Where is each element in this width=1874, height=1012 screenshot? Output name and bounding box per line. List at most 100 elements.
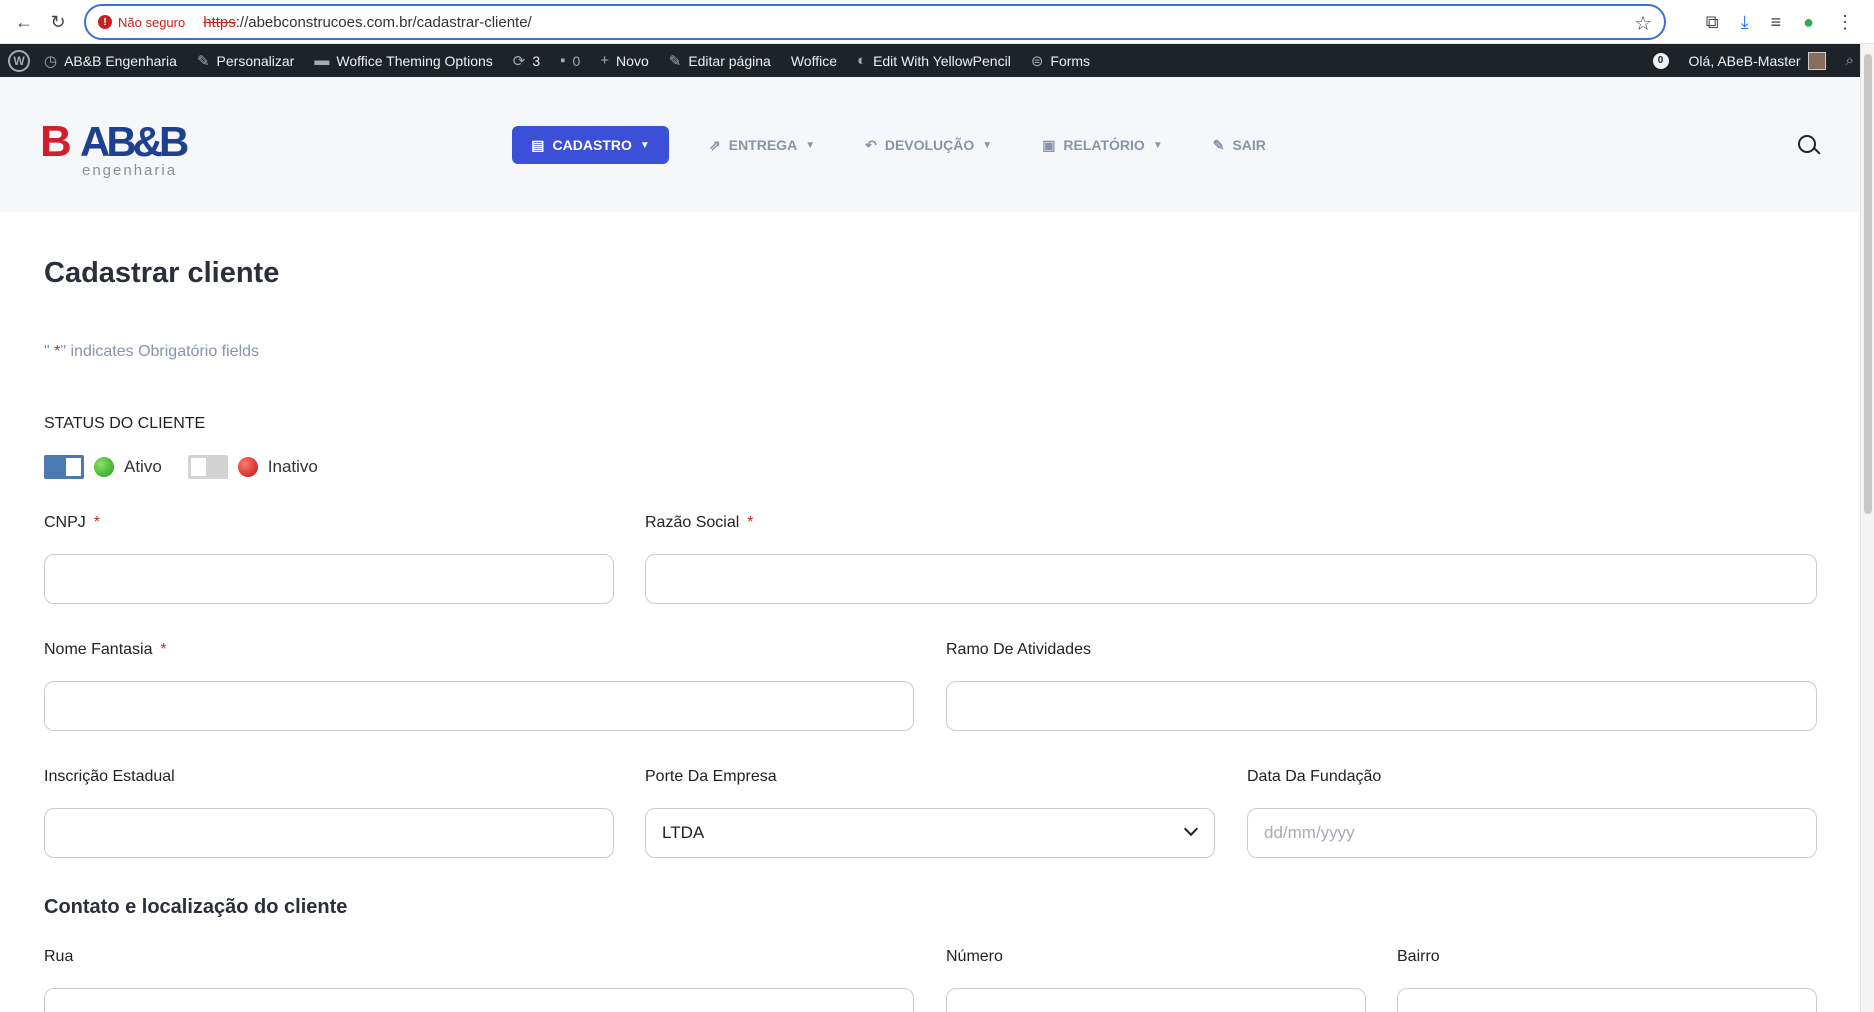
brush-icon: ✎ [196,52,210,70]
chevron-down-icon: ▼ [1152,139,1163,151]
pencil-icon: ✎ [668,52,682,70]
status-inactive-toggle[interactable] [187,455,228,479]
extensions-icon[interactable]: ⧉ [1706,12,1719,33]
status-active-option: Ativo [44,455,162,479]
ramo-atividades-label-text: Ramo De Atividades [946,641,1091,658]
menu-entrega-label: ENTREGA [728,137,798,153]
menu-relatorio-label: RELATÓRIO [1063,137,1145,153]
adminbar-theme-options-label: Woffice Theming Options [336,52,493,69]
adminbar-new-label: Novo [616,52,649,69]
adminbar-site[interactable]: ◷ AB&B Engenharia [34,44,187,77]
porte-empresa-label-text: Porte Da Empresa [645,768,777,785]
status-inactive-label: Inativo [267,457,318,476]
porte-empresa-value: LTDA [662,823,705,842]
site-logo[interactable]: B AB&B engenharia [40,117,190,179]
bookmark-star-icon[interactable]: ☆ [1634,11,1652,36]
menu-sair-label: SAIR [1232,137,1266,153]
adminbar-edit-page[interactable]: ✎ Editar página [659,44,781,77]
numero-field[interactable] [946,988,1366,1012]
browser-actions: ⧉ ⤓ ≡ ● ⋮ [1706,0,1874,44]
menu-relatorio[interactable]: ▣ RELATÓRIO ▼ [1032,126,1173,164]
contact-section-title: Contato e localização do cliente [44,896,348,918]
reload-icon[interactable]: ↻ [44,8,72,36]
reply-all-icon: ↶ [865,136,877,153]
red-light-icon [237,457,258,477]
required-note-pre: " [44,343,55,360]
adminbar-customize-label: Personalizar [216,52,295,69]
url-text: https://abebconstrucoes.com.br/cadastrar… [203,14,532,31]
menu-devolucao-label: DEVOLUÇÃO [884,137,975,153]
inscricao-estadual-label-text: Inscrição Estadual [44,768,175,785]
menu-cadastro[interactable]: ▤ CADASTRO ▼ [512,126,669,164]
adminbar-greeting: Olá, ABeB-Master [1688,52,1801,69]
scrollbar-thumb[interactable] [1864,54,1872,514]
not-secure-badge[interactable]: ! Não seguro [98,15,185,30]
share-icon: ⇗ [709,136,721,153]
edit-icon: ✎ [1212,136,1225,153]
adminbar-notifications[interactable]: 0 [1643,44,1679,77]
plus-icon: + [600,52,610,69]
search-handle [1813,147,1821,155]
adminbar-forms[interactable]: ⊜ Forms [1021,44,1100,77]
chevron-down-icon: ▼ [639,139,650,151]
ramo-atividades-field[interactable] [946,681,1817,731]
adminbar-woffice-label: Woffice [790,52,837,69]
adminbar-yellowpencil-label: Edit With YellowPencil [873,52,1011,69]
porte-empresa-label: Porte Da Empresa [645,768,777,786]
menu-sair[interactable]: ✎ SAIR [1203,126,1276,164]
data-fundacao-field[interactable]: dd/mm/yyyy [1247,808,1817,858]
adminbar-theme-options[interactable]: ▬ Woffice Theming Options [304,44,502,77]
adminbar-customize[interactable]: ✎ Personalizar [187,44,304,77]
required-star: * [747,514,754,531]
clipboard-icon: ▤ [531,136,545,153]
media-control-icon[interactable]: ≡ [1771,12,1782,33]
porte-empresa-select[interactable]: LTDA [645,808,1215,858]
avatar [1807,51,1826,70]
menu-devolucao[interactable]: ↶ DEVOLUÇÃO ▼ [855,126,1002,164]
adminbar-new[interactable]: + Novo [590,44,658,77]
required-note-post: " indicates Obrigatório fields [60,343,260,360]
data-fundacao-placeholder: dd/mm/yyyy [1264,823,1355,842]
status-inactive-option: Inativo [187,455,318,479]
menu-cadastro-label: CADASTRO [552,137,632,153]
rua-field[interactable] [44,988,914,1012]
chevron-down-icon [1183,821,1199,837]
updates-count: 3 [532,52,541,69]
required-note: " *" indicates Obrigatório fields [44,343,259,361]
header-search-icon[interactable] [1798,135,1821,157]
dashboard-icon: ◷ [44,52,58,70]
inscricao-estadual-label: Inscrição Estadual [44,768,175,786]
status-label: STATUS DO CLIENTE [44,415,206,432]
cnpj-field[interactable] [44,554,614,604]
url-protocol: https [203,13,236,31]
bairro-field[interactable] [1397,988,1817,1012]
wordpress-logo-icon[interactable]: W [8,49,30,72]
chevron-down-icon: ▼ [982,139,993,151]
main-menu: ▤ CADASTRO ▼ ⇗ ENTREGA ▼ ↶ DEVOLUÇÃO ▼ ▣… [512,126,1276,164]
download-icon[interactable]: ⤓ [1741,12,1749,33]
adminbar-account[interactable]: Olá, ABeB-Master [1679,44,1836,77]
data-fundacao-label-text: Data Da Fundação [1247,768,1382,785]
forms-icon: ⊜ [1030,52,1044,70]
adminbar-updates[interactable]: ⟳ 3 [503,44,550,77]
kebab-menu-icon[interactable]: ⋮ [1836,12,1854,33]
status-active-label: Ativo [124,457,162,476]
status-active-toggle[interactable] [44,455,84,479]
inscricao-estadual-field[interactable] [44,808,614,858]
nome-fantasia-field[interactable] [44,681,914,731]
page-scrollbar[interactable] [1860,44,1874,1012]
adminbar-comments[interactable]: ▪ 0 [550,44,590,77]
adminbar-right: 0 Olá, ABeB-Master ⌕ [1643,44,1874,77]
chevron-down-icon: ▼ [805,139,816,151]
adminbar-yellowpencil[interactable]: ◐ Edit With YellowPencil [847,44,1021,77]
address-bar[interactable]: ! Não seguro https://abebconstrucoes.com… [84,4,1666,40]
nome-fantasia-label: Nome Fantasia * [44,641,167,659]
menu-entrega[interactable]: ⇗ ENTREGA ▼ [699,126,825,164]
updates-icon: ⟳ [512,52,526,70]
folder-icon: ▬ [314,52,330,69]
back-arrow-icon[interactable]: ← [10,8,38,36]
razao-social-field[interactable] [645,554,1817,604]
extension-shield-icon[interactable]: ● [1803,12,1814,33]
razao-social-label: Razão Social * [645,514,754,532]
adminbar-woffice[interactable]: Woffice [781,44,847,77]
